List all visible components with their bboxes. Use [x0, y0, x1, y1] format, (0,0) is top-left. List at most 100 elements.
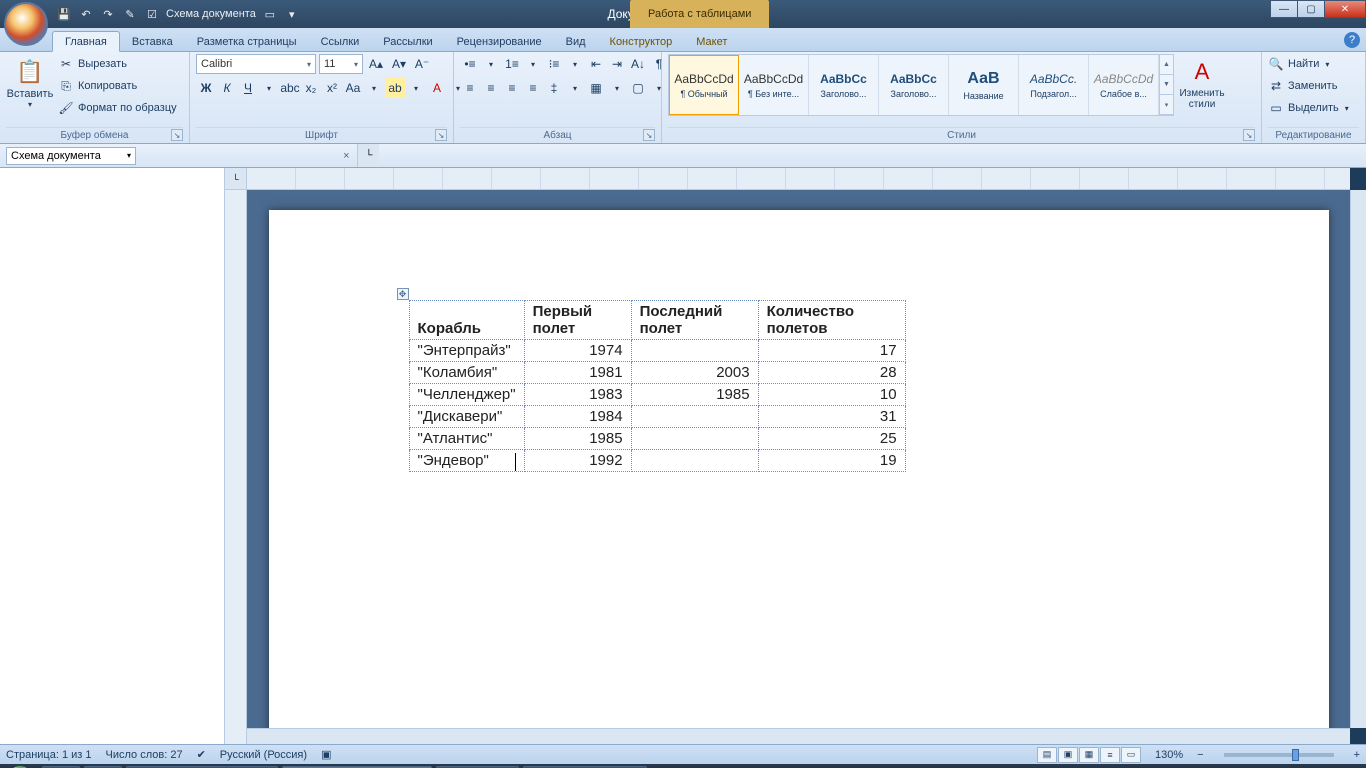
zoom-level[interactable]: 130% [1155, 749, 1183, 761]
navigation-pane[interactable] [0, 168, 225, 744]
bold-button[interactable]: Ж [196, 78, 216, 98]
qat-icon[interactable]: ✎ [122, 6, 138, 22]
qat-icon[interactable]: ☑ [144, 6, 160, 22]
highlight-dropdown[interactable]: ▾ [406, 78, 426, 98]
gallery-up-button[interactable]: ▲ [1160, 55, 1173, 75]
italic-button[interactable]: К [217, 78, 237, 98]
view-web-button[interactable]: ▦ [1079, 747, 1099, 763]
justify-button[interactable]: ≡ [523, 78, 543, 98]
style-item[interactable]: AaBbCcDdСлабое в... [1089, 55, 1159, 115]
style-item-normal[interactable]: AaBbCcDd¶ Обычный [669, 55, 739, 115]
tab-table-layout[interactable]: Макет [684, 32, 739, 51]
paste-button[interactable]: 📋 Вставить ▾ [6, 54, 54, 109]
align-left-button[interactable]: ≡ [460, 78, 480, 98]
qat-more-icon[interactable]: ▾ [284, 6, 300, 22]
document-table[interactable]: Корабль Первый полет Последний полет Кол… [409, 300, 906, 472]
table-row[interactable]: "Атлантис"198525 [409, 428, 905, 450]
minimize-button[interactable]: — [1270, 0, 1298, 18]
dialog-launcher[interactable]: ↘ [171, 129, 183, 141]
change-case-dropdown[interactable]: ▾ [364, 78, 384, 98]
bullets-button[interactable]: •≡ [460, 54, 480, 74]
horizontal-ruler[interactable]: └ [225, 168, 1350, 190]
line-spacing-dropdown[interactable]: ▾ [565, 78, 585, 98]
dialog-launcher[interactable]: ↘ [1243, 129, 1255, 141]
tab-references[interactable]: Ссылки [309, 32, 372, 51]
numbering-dropdown[interactable]: ▾ [523, 54, 543, 74]
table-header-cell[interactable]: Последний полет [631, 301, 758, 340]
save-icon[interactable]: 💾 [56, 6, 72, 22]
close-button[interactable]: ✕ [1324, 0, 1366, 18]
tab-review[interactable]: Рецензирование [445, 32, 554, 51]
select-button[interactable]: ▭Выделить▾ [1268, 98, 1349, 118]
cut-button[interactable]: ✂Вырезать [58, 54, 177, 74]
sort-button[interactable]: A↓ [628, 54, 648, 74]
table-header-cell[interactable]: Количество полетов [758, 301, 905, 340]
vertical-scrollbar[interactable] [1350, 190, 1366, 728]
view-print-layout-button[interactable]: ▤ [1037, 747, 1057, 763]
font-name-combo[interactable]: Calibri▾ [196, 54, 316, 74]
zoom-thumb[interactable] [1292, 749, 1299, 761]
clear-formatting-button[interactable]: A⁻ [412, 54, 432, 74]
gallery-down-button[interactable]: ▼ [1160, 75, 1173, 95]
tab-view[interactable]: Вид [554, 32, 598, 51]
maximize-button[interactable]: ▢ [1297, 0, 1325, 18]
shading-button[interactable]: ▦ [586, 78, 606, 98]
dialog-launcher[interactable]: ↘ [643, 129, 655, 141]
tab-home[interactable]: Главная [52, 31, 120, 52]
gallery-more-button[interactable]: ▾ [1160, 95, 1173, 115]
font-size-combo[interactable]: 11▾ [319, 54, 363, 74]
increase-indent-button[interactable]: ⇥ [607, 54, 627, 74]
table-row[interactable]: "Коламбия"1981200328 [409, 362, 905, 384]
status-language[interactable]: Русский (Россия) [220, 749, 307, 761]
status-proofing-icon[interactable]: ✔ [197, 748, 206, 761]
qat-docmap-label[interactable]: Схема документа [166, 6, 256, 22]
change-case-button[interactable]: Aa [343, 78, 363, 98]
change-styles-button[interactable]: A Изменить стили [1178, 54, 1226, 110]
numbering-button[interactable]: 1≡ [502, 54, 522, 74]
zoom-slider[interactable] [1224, 753, 1334, 757]
status-macro-icon[interactable]: ▣ [321, 748, 331, 761]
shading-dropdown[interactable]: ▾ [607, 78, 627, 98]
view-full-screen-button[interactable]: ▣ [1058, 747, 1078, 763]
style-item[interactable]: AaBbCc.Подзагол... [1019, 55, 1089, 115]
tab-mailings[interactable]: Рассылки [371, 32, 444, 51]
start-button[interactable] [0, 764, 40, 768]
line-spacing-button[interactable]: ‡ [544, 78, 564, 98]
zoom-in-button[interactable]: + [1354, 749, 1360, 761]
borders-button[interactable]: ▢ [628, 78, 648, 98]
highlight-button[interactable]: ab [385, 78, 405, 98]
grow-font-button[interactable]: A▴ [366, 54, 386, 74]
subscript-button[interactable]: x₂ [301, 78, 321, 98]
align-right-button[interactable]: ≡ [502, 78, 522, 98]
view-outline-button[interactable]: ≡ [1100, 747, 1120, 763]
page-viewport[interactable]: ✥ Корабль Первый полет Последний полет К… [247, 190, 1350, 728]
status-word-count[interactable]: Число слов: 27 [106, 749, 183, 761]
table-header-cell[interactable]: Корабль [409, 301, 524, 340]
status-page[interactable]: Страница: 1 из 1 [6, 749, 92, 761]
superscript-button[interactable]: x² [322, 78, 342, 98]
horizontal-scrollbar[interactable] [247, 728, 1350, 744]
office-button[interactable] [4, 2, 48, 46]
tab-table-design[interactable]: Конструктор [598, 32, 685, 51]
decrease-indent-button[interactable]: ⇤ [586, 54, 606, 74]
tab-page-layout[interactable]: Разметка страницы [185, 32, 309, 51]
tab-selector[interactable]: └ [225, 168, 247, 189]
font-color-button[interactable]: A [427, 78, 447, 98]
style-item[interactable]: AaBbCcЗаголово... [809, 55, 879, 115]
multilevel-dropdown[interactable]: ▾ [565, 54, 585, 74]
underline-button[interactable]: Ч [238, 78, 258, 98]
style-item[interactable]: АаВНазвание [949, 55, 1019, 115]
underline-dropdown[interactable]: ▾ [259, 78, 279, 98]
view-draft-button[interactable]: ▭ [1121, 747, 1141, 763]
page[interactable]: ✥ Корабль Первый полет Последний полет К… [269, 210, 1329, 728]
copy-button[interactable]: ⎘Копировать [58, 76, 177, 96]
shrink-font-button[interactable]: A▾ [389, 54, 409, 74]
undo-icon[interactable]: ↶ [78, 6, 94, 22]
table-row[interactable]: "Эндевор"199219 [409, 450, 905, 472]
dialog-launcher[interactable]: ↘ [435, 129, 447, 141]
find-button[interactable]: 🔍Найти▾ [1268, 54, 1349, 74]
multilevel-button[interactable]: ⁝≡ [544, 54, 564, 74]
help-button[interactable]: ? [1344, 32, 1360, 48]
table-move-handle[interactable]: ✥ [397, 288, 409, 300]
style-item[interactable]: AaBbCcDd¶ Без инте... [739, 55, 809, 115]
